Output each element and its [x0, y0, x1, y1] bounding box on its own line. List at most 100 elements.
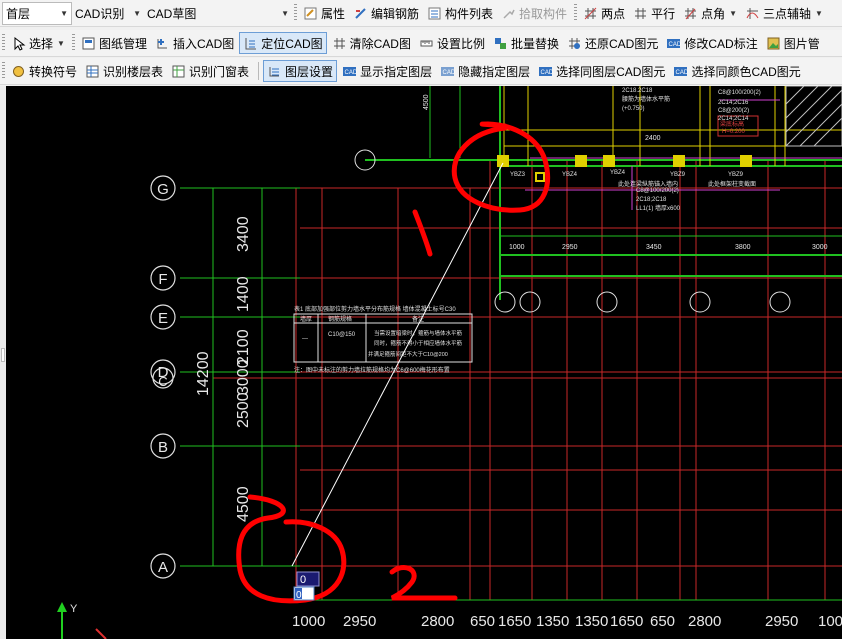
panel-splitter-handle[interactable] [1, 348, 5, 362]
locate-cad-button[interactable]: 定位CAD图 [239, 32, 327, 54]
chevron-down-icon: ▼ [133, 8, 141, 18]
rebar-table-footer: 注：图中未标注的剪力墙拉筋规格均为C6@600梅花形布置 [294, 366, 450, 374]
set-scale-button[interactable]: 设置比例 [416, 32, 488, 54]
toolbar-grip [2, 34, 5, 52]
convert-symbol-label: 转换符号 [29, 64, 78, 79]
ucs-y-label: Y [70, 603, 78, 615]
cursor-arrow-icon [11, 36, 26, 51]
cad-drawing-svg[interactable]: G F E D C B A 3400 1400 2100 3000 2500 4… [6, 86, 842, 639]
recognize-floor-table-button[interactable]: 识别楼层表 [82, 60, 166, 82]
show-layer-icon: CAD [342, 64, 357, 79]
note-8: LL1(1) 墙厚x600 [636, 204, 681, 212]
clear-cad-button[interactable]: 清除CAD图 [329, 32, 414, 54]
batch-replace-button[interactable]: 批量替换 [490, 32, 562, 54]
modify-cad-label-button[interactable]: CAD 修改CAD标注 [663, 32, 760, 54]
bottom-dim-8: 1650 [610, 613, 643, 630]
chevron-down-icon: ▼ [729, 8, 738, 18]
image-manager-button[interactable]: 图片管 [763, 32, 823, 54]
upper-dim-2400: 2400 [645, 135, 661, 142]
properties-button[interactable]: 属性 [300, 2, 348, 24]
three-point-aux-button[interactable]: 三点辅轴 ▼ [742, 2, 826, 24]
scale-icon [419, 36, 434, 51]
layer-settings-button[interactable]: 图层设置 [263, 60, 338, 82]
toolbar-grip [294, 4, 297, 22]
two-point-button[interactable]: 两点 [580, 2, 628, 24]
edit-rebar-button[interactable]: 编辑钢筋 [350, 2, 422, 24]
toolbar-row-1: 首层 ▼ CAD识别 ▼ CAD草图 ▼ 属性 编辑钢筋 构件列表 拾取构件 两点 平… [0, 0, 842, 27]
convert-symbol-button[interactable]: 转换符号 [8, 60, 80, 82]
cad-recognize-menu[interactable]: CAD识别 ▼ [72, 3, 144, 24]
recognize-door-window-table-label: 识别门窗表 [189, 64, 250, 79]
select-same-color-button[interactable]: CAD 选择同颜色CAD图元 [670, 60, 803, 82]
show-layer-label: 显示指定图层 [360, 64, 433, 79]
set-scale-label: 设置比例 [436, 36, 485, 51]
svg-text:CAD: CAD [443, 70, 456, 76]
axis-label-b: B [158, 439, 168, 456]
upper-dim-2: 2950 [562, 244, 578, 251]
drawing-manager-button[interactable]: 图纸管理 [78, 32, 150, 54]
select-same-layer-button[interactable]: CAD 选择同图层CAD图元 [535, 60, 668, 82]
insert-cad-button[interactable]: 插入CAD图 [152, 32, 237, 54]
upper-dim-1: 1000 [509, 244, 525, 251]
restore-cad-label: 还原CAD图元 [585, 36, 659, 51]
axis-label-c: C [158, 374, 167, 389]
axis-label-a: A [158, 559, 168, 576]
select-tool-label: 选择 [29, 36, 54, 51]
dim-1400: 1400 [235, 276, 252, 312]
rebar-table-note-3: 并满足箍筋间距不大于C10@200 [368, 350, 448, 358]
select-tool-button[interactable]: 选择 ▼ [8, 32, 68, 54]
show-layer-button[interactable]: CAD 显示指定图层 [339, 60, 435, 82]
layers-icon [267, 64, 282, 79]
point-angle-label: 点角 [701, 6, 726, 21]
chevron-down-icon: ▼ [60, 8, 68, 18]
image-manager-label: 图片管 [783, 36, 820, 51]
restore-cad-button[interactable]: 还原CAD图元 [564, 32, 661, 54]
bottom-dim-1: 1000 [292, 613, 325, 630]
locate-cad-label: 定位CAD图 [261, 36, 323, 51]
floor-select[interactable]: 首层 ▼ [2, 1, 72, 25]
toolbar-grip [2, 62, 5, 80]
two-point-axis-icon [583, 6, 598, 21]
point-angle-button[interactable]: 点角 ▼ [680, 2, 740, 24]
wall-label-ybz9a: YBZ9 [670, 172, 686, 178]
bottom-dim-5: 1650 [498, 613, 531, 630]
svg-text:CAD: CAD [541, 70, 554, 76]
parallel-axis-icon [633, 6, 648, 21]
bottom-dim-10: 2800 [688, 613, 721, 630]
properties-label: 属性 [321, 6, 346, 21]
properties-icon [303, 6, 318, 21]
cad-drawing-canvas[interactable]: G F E D C B A 3400 1400 2100 3000 2500 4… [6, 86, 842, 639]
svg-text:CAD: CAD [345, 70, 358, 76]
rebar-table-note-1: 当需设置暗梁时，箍筋与墙体水平筋 [374, 329, 463, 337]
recognize-door-window-table-button[interactable]: 识别门窗表 [168, 60, 252, 82]
toolbar-grip [71, 34, 75, 52]
recognize-floor-table-label: 识别楼层表 [103, 64, 164, 79]
coord-input-x-value: 0 [300, 574, 306, 586]
note-4: C8@100/200(2) [718, 90, 761, 96]
note-11: 梁底标高 [720, 120, 744, 128]
cad-draft-menu[interactable]: CAD草图 ▼ [144, 3, 292, 24]
note-9: C8@200(2) [718, 108, 749, 114]
wall-label-ybz4a: YBZ4 [562, 172, 578, 178]
component-list-button[interactable]: 构件列表 [424, 2, 496, 24]
bottom-dim-2: 2950 [343, 613, 376, 630]
note-1: 2C18.2C18 [622, 88, 653, 94]
select-same-color-icon: CAD [673, 64, 688, 79]
convert-symbol-icon [11, 64, 26, 79]
bottom-dim-7: 1350 [575, 613, 608, 630]
coord-input-y-value: 0 [296, 590, 302, 601]
rebar-table-header-1: 墙厚 [300, 315, 312, 323]
pick-component-button[interactable]: 拾取构件 [498, 2, 570, 24]
parallel-button[interactable]: 平行 [630, 2, 678, 24]
rebar-table-header-2: 钢筋规格 [328, 315, 352, 323]
note-13: 此处框架柱变截面 [708, 180, 756, 188]
component-list-label: 构件列表 [445, 6, 494, 21]
pick-component-label: 拾取构件 [519, 6, 568, 21]
modify-cad-label-icon: CAD [666, 36, 681, 51]
clear-cad-icon [332, 36, 347, 51]
upper-dim-4500: 4500 [423, 94, 430, 110]
hide-layer-button[interactable]: CAD 隐藏指定图层 [437, 60, 533, 82]
batch-replace-icon [493, 36, 508, 51]
cad-draft-label: CAD草图 [147, 6, 197, 21]
svg-text:CAD: CAD [669, 42, 682, 48]
